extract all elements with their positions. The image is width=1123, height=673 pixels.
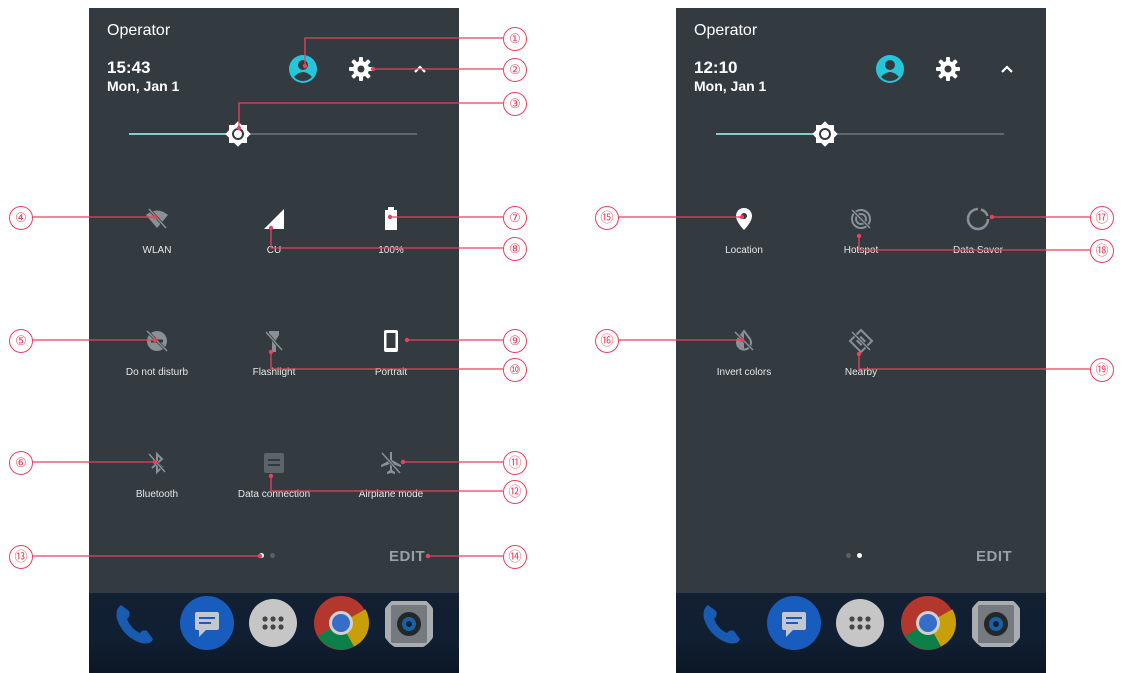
- callout-lines: [32, 37, 1090, 559]
- callout-8: ⑧: [503, 237, 527, 261]
- callout-6: ⑥: [9, 451, 33, 475]
- callout-9: ⑨: [503, 329, 527, 353]
- callout-18: ⑱: [1090, 239, 1114, 263]
- callout-3: ③: [503, 92, 527, 116]
- callout-19: ⑲: [1090, 358, 1114, 382]
- callout-2: ②: [503, 58, 527, 82]
- callout-15: ⑮: [595, 206, 619, 230]
- callout-16: ⑯: [595, 329, 619, 353]
- callout-1: ①: [503, 27, 527, 51]
- callout-5: ⑤: [9, 329, 33, 353]
- callout-7: ⑦: [503, 206, 527, 230]
- callout-14: ⑭: [503, 545, 527, 569]
- callout-11: ⑪: [503, 451, 527, 475]
- callout-10: ⑩: [503, 358, 527, 382]
- callout-13: ⑬: [9, 545, 33, 569]
- callout-12: ⑫: [503, 480, 527, 504]
- callout-4: ④: [9, 206, 33, 230]
- callout-17: ⑰: [1090, 206, 1114, 230]
